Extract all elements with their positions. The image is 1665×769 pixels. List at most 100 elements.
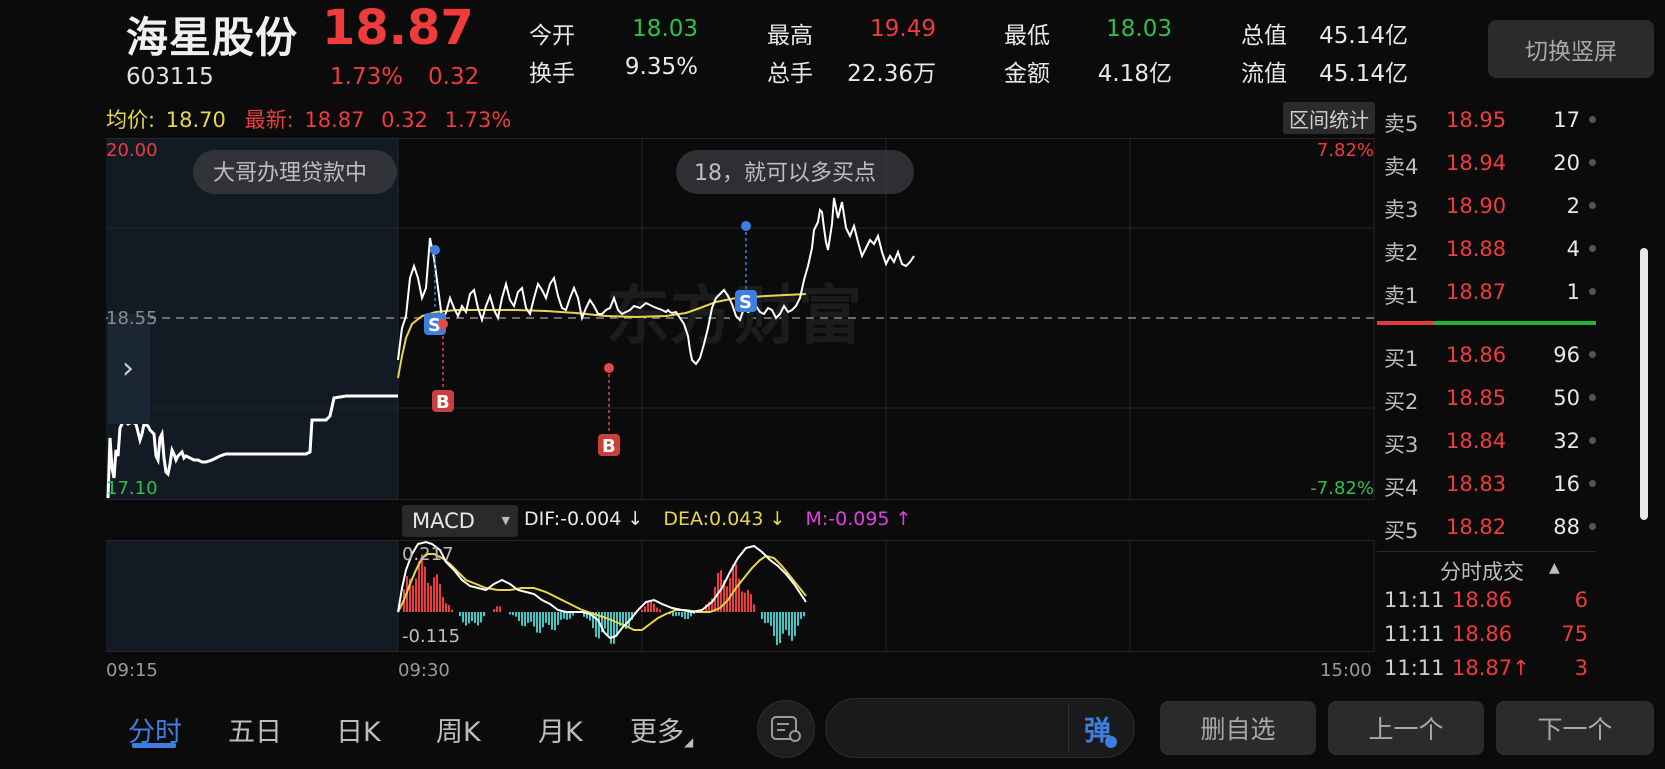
bid-price: 18.85 <box>1446 386 1507 410</box>
macd-histogram-bar <box>536 612 538 633</box>
quote-value-total-cap: 45.14亿 <box>1319 23 1408 49</box>
dot-icon <box>1589 159 1596 166</box>
macd-histogram-bar <box>477 612 479 626</box>
bid-price: 18.83 <box>1446 472 1507 496</box>
indicator-select[interactable]: MACD ▼ <box>402 505 518 537</box>
change-value: 0.32 <box>428 64 480 90</box>
macd-histogram-bar <box>750 594 752 612</box>
ask-price: 18.94 <box>1446 151 1507 175</box>
buy-marker[interactable]: B <box>598 363 620 457</box>
bid-row[interactable]: 买3 18.84 32 <box>1384 421 1596 461</box>
ask-price: 18.88 <box>1446 237 1507 261</box>
range-stats-button[interactable]: 区间统计 <box>1283 102 1375 134</box>
buy-marker-label: B <box>602 436 616 457</box>
bid-row[interactable]: 买4 18.83 16 <box>1384 464 1596 504</box>
order-book-divider-bid <box>1377 321 1433 325</box>
previous-stock-button[interactable]: 上一个 <box>1328 701 1484 755</box>
tab-five-day[interactable]: 五日 <box>228 710 282 749</box>
macd-histogram-bar <box>542 612 544 628</box>
macd-histogram-bar <box>650 600 652 612</box>
tab-daily-k[interactable]: 日K <box>336 710 381 749</box>
macd-histogram-bar <box>761 612 763 619</box>
more-arrow-icon: ◢ <box>684 735 694 749</box>
macd-histogram-bar <box>747 589 749 612</box>
bid-volume: 88 <box>1553 515 1580 539</box>
macd-histogram-bar <box>773 612 775 637</box>
stock-code: 603115 <box>126 64 214 90</box>
time-axis-end: 15:00 <box>1320 660 1372 681</box>
y-axis-top-label: 20.00 <box>106 140 158 161</box>
ticks-header[interactable]: 分时成交 <box>1440 556 1524 586</box>
macd-histogram-bar <box>604 612 606 629</box>
ask-row[interactable]: 卖1 18.87 1 <box>1384 272 1596 312</box>
latest-change: 0.32 <box>381 108 428 132</box>
macd-histogram-bar <box>744 592 746 612</box>
dot-icon <box>1589 351 1596 358</box>
change-percent: 1.73% <box>330 64 404 90</box>
bid-row[interactable]: 买2 18.85 50 <box>1384 378 1596 418</box>
bid-row[interactable]: 买1 18.86 96 <box>1384 335 1596 375</box>
macd-histogram-bar <box>776 612 778 646</box>
macd-histogram-bar <box>462 612 464 623</box>
tick-time: 11:11 <box>1384 588 1445 612</box>
macd-histogram-bar <box>509 612 511 615</box>
remove-watchlist-button[interactable]: 删自选 <box>1160 701 1316 755</box>
macd-histogram-bar <box>560 612 562 620</box>
dot-icon <box>1589 437 1596 444</box>
macd-histogram-bar <box>499 606 501 612</box>
macd-histogram-bar <box>767 612 769 623</box>
ask-row[interactable]: 卖4 18.94 20 <box>1384 143 1596 183</box>
macd-histogram-bar <box>803 612 805 617</box>
tick-price: 18.86 <box>1452 622 1513 646</box>
tab-more[interactable]: 更多◢ <box>630 710 693 749</box>
latest-price-label: 最新: <box>244 108 294 132</box>
macd-top-label: 0.217 <box>402 544 454 565</box>
switch-portrait-button[interactable]: 切换竖屏 <box>1488 20 1654 78</box>
macd-histogram-bar <box>641 609 643 612</box>
macd-histogram-bar <box>566 612 568 620</box>
bid-label: 买3 <box>1384 433 1419 457</box>
sell-marker[interactable]: S <box>735 221 757 313</box>
macd-histogram-bar <box>794 612 796 637</box>
macd-histogram-bar <box>770 612 772 626</box>
tick-time: 11:11 <box>1384 622 1445 646</box>
tick-row: 11:11 18.86 6 <box>1384 588 1596 622</box>
dot-icon <box>1589 245 1596 252</box>
dot-icon <box>1589 288 1596 295</box>
macd-histogram-bar <box>687 612 689 619</box>
buy-marker-label: B <box>436 392 450 413</box>
ask-row[interactable]: 卖5 18.95 17 <box>1384 100 1596 140</box>
macd-chart[interactable]: 0.217 -0.115 <box>106 540 1375 652</box>
macd-histogram-bar <box>445 603 447 612</box>
collapse-arrow-icon[interactable]: ▲ <box>1549 560 1560 576</box>
intraday-chart[interactable]: 东方财富 › 大哥办理贷款中 18，就可以多买点 S S B B 20.00 1… <box>106 138 1375 500</box>
macd-histogram-bar <box>753 604 755 612</box>
tick-volume: 6 <box>1574 588 1588 612</box>
macd-histogram-bar <box>427 582 429 612</box>
macd-histogram-bar <box>418 561 420 612</box>
comment-settings-icon[interactable] <box>757 700 815 758</box>
macd-histogram-bar <box>659 609 661 612</box>
dot-icon <box>1589 394 1596 401</box>
bid-volume: 16 <box>1553 472 1580 496</box>
y-axis-mid-label: 18.55 <box>106 308 158 329</box>
macd-histogram-bar <box>442 596 444 612</box>
time-axis-open: 09:30 <box>398 660 450 681</box>
scrollbar[interactable] <box>1640 248 1648 520</box>
tab-weekly-k[interactable]: 周K <box>436 710 481 749</box>
danmu-toggle[interactable]: 弹 <box>1084 709 1117 748</box>
ask-volume: 2 <box>1566 194 1580 218</box>
tab-monthly-k[interactable]: 月K <box>538 710 583 749</box>
macd-histogram-bar <box>521 612 523 626</box>
ask-row[interactable]: 卖2 18.88 4 <box>1384 229 1596 269</box>
ask-row[interactable]: 卖3 18.90 2 <box>1384 186 1596 226</box>
quote-label-volume: 总手 <box>767 61 813 87</box>
macd-histogram-bar <box>569 612 571 619</box>
expand-arrow-icon[interactable]: › <box>122 351 134 386</box>
tick-price: 18.86 <box>1452 588 1513 612</box>
danmu-input[interactable]: 弹 <box>825 698 1135 758</box>
bid-row[interactable]: 买5 18.82 88 <box>1384 507 1596 547</box>
next-stock-button[interactable]: 下一个 <box>1496 701 1654 755</box>
ask-label: 卖1 <box>1384 284 1419 308</box>
tick-volume: 3 <box>1574 656 1588 680</box>
